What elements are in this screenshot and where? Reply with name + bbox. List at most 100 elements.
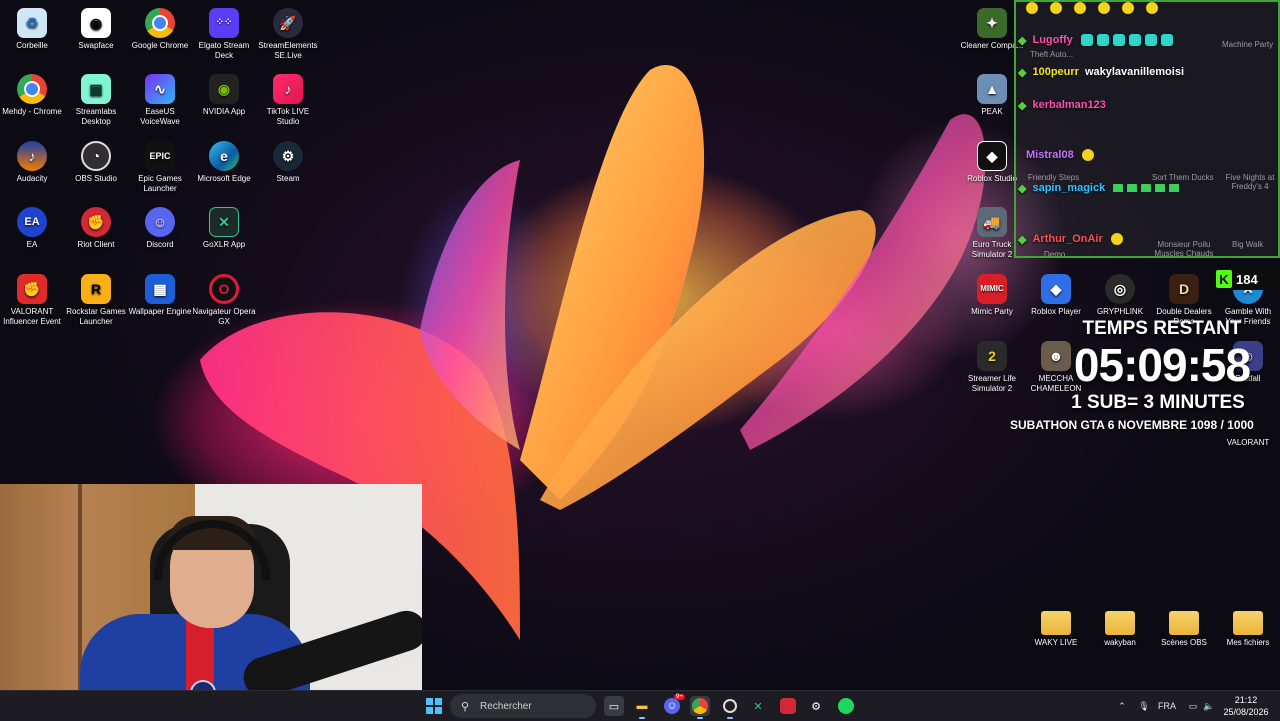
valorant-event-shortcut[interactable]: ✊ VALORANT Influencer Event — [0, 270, 64, 327]
timer-value: 05:09:58 — [1073, 339, 1251, 391]
audacity-shortcut[interactable]: ♪ Audacity — [0, 137, 64, 184]
emote-icon — [1080, 34, 1093, 46]
icon-label: Discord — [146, 240, 174, 249]
obs-icon: ◔ — [81, 141, 111, 171]
icon-label: wakyban — [1104, 638, 1136, 647]
emote-icon — [1146, 2, 1158, 14]
folder-mes-fichiers[interactable]: Mes fichiers — [1216, 604, 1280, 648]
taskbar-clock[interactable]: 21:12 25/08/2026 — [1216, 694, 1276, 718]
discord-icon: ☺ — [664, 698, 680, 714]
ea-shortcut[interactable]: EA EA — [0, 203, 64, 250]
task-view-button[interactable]: ▭ — [604, 696, 624, 716]
riot-icon: ✊ — [17, 274, 47, 304]
chat-username: Lugoffy — [1032, 34, 1073, 46]
folder-wakyban[interactable]: wakyban — [1088, 604, 1152, 648]
mimic-party-shortcut[interactable]: MIMIC Mimic Party — [960, 270, 1024, 317]
wallpaper-engine-shortcut[interactable]: ▦ Wallpaper Engine — [128, 270, 192, 317]
goxlr-shortcut[interactable]: ✕ GoXLR App — [192, 203, 256, 250]
recycle-bin-shortcut[interactable]: ♻ Corbeille — [0, 4, 64, 51]
volume-icon[interactable]: 🔈 — [1202, 701, 1216, 712]
riot-taskbar-button[interactable] — [778, 696, 798, 716]
icon-label: StreamElements SE.Live — [258, 41, 318, 60]
valorant-shortcut[interactable]: VALORANT — [1216, 438, 1280, 448]
start-button[interactable] — [424, 696, 444, 716]
taskbar-search[interactable]: ⚲ Rechercher — [450, 694, 596, 718]
emote-icon — [1112, 34, 1125, 46]
cleaner-game-icon: ✦ — [977, 8, 1007, 38]
riot-icon — [780, 698, 796, 714]
mehdy-chrome-shortcut[interactable]: Mehdy - Chrome — [0, 70, 64, 117]
windows-icon — [426, 698, 442, 714]
microphone-icon[interactable]: 🎙 — [1134, 701, 1154, 712]
rockstar-icon: R — [81, 274, 111, 304]
file-explorer-button[interactable]: ▬ — [632, 696, 652, 719]
gryphlink-shortcut[interactable]: ◎ GRYPHLINK — [1088, 270, 1152, 317]
chevron-up-icon[interactable]: ⌃ — [1114, 701, 1130, 712]
clock-time: 21:12 — [1234, 695, 1258, 705]
opera-gx-shortcut[interactable]: O Navigateur Opera GX — [192, 270, 256, 327]
goxlr-taskbar-button[interactable]: ✕ — [748, 696, 768, 716]
icon-label: Streamlabs Desktop — [75, 107, 117, 126]
riot-client-shortcut[interactable]: ✊ Riot Client — [64, 203, 128, 250]
google-chrome-shortcut[interactable]: Google Chrome — [128, 4, 192, 51]
diamond-icon: ◆ — [1018, 233, 1027, 246]
edge-shortcut[interactable]: e Microsoft Edge — [192, 137, 256, 184]
folder-icon — [1105, 611, 1135, 635]
chat-message: Mistral08 — [1018, 145, 1096, 165]
streamelements-shortcut[interactable]: 🚀 StreamElements SE.Live — [256, 4, 320, 61]
stream-deck-icon: ⁘⁘ — [209, 8, 239, 38]
folder-scenes-obs[interactable]: Scènes OBS — [1152, 604, 1216, 648]
emote-icon — [1160, 34, 1173, 46]
discord-taskbar-button[interactable]: ☺ 9+ — [662, 694, 685, 716]
peak-icon: ▲ — [977, 74, 1007, 104]
steam-taskbar-button[interactable]: ⚙ — [806, 696, 826, 716]
webcam-feed: RODE — [0, 484, 422, 720]
folder-icon — [1233, 611, 1263, 635]
icon-label: EA — [26, 240, 38, 249]
emote-icon — [1141, 184, 1152, 192]
epic-games-icon: EPIC — [145, 141, 175, 171]
spotify-taskbar-button[interactable] — [836, 696, 856, 716]
icon-label: EaseUS VoiceWave — [140, 107, 180, 126]
epic-games-shortcut[interactable]: EPIC Epic Games Launcher — [128, 137, 192, 194]
steam-shortcut[interactable]: ⚙ Steam — [256, 137, 320, 184]
roblox-player-shortcut[interactable]: ◆ Roblox Player — [1024, 270, 1088, 317]
tiktok-shortcut[interactable]: ♪ TikTok LIVE Studio — [256, 70, 320, 127]
icon-label: WAKY LIVE — [1034, 638, 1078, 647]
folder-icon — [1041, 611, 1071, 635]
chrome-taskbar-button[interactable] — [690, 696, 710, 719]
obs-shortcut[interactable]: ◔ OBS Studio — [64, 137, 128, 184]
riot-client-icon: ✊ — [81, 207, 111, 237]
chat-username: 100peurr — [1032, 66, 1079, 78]
emote-icon — [1110, 233, 1123, 245]
discord-shortcut[interactable]: ☺ Discord — [128, 203, 192, 250]
folder-waky-live[interactable]: WAKY LIVE — [1024, 604, 1088, 648]
streamer-life-shortcut[interactable]: 2 Streamer Life Simulator 2 — [960, 337, 1024, 394]
icon-label: Roblox Player — [1031, 307, 1081, 316]
icon-label: Scènes OBS — [1161, 638, 1207, 647]
language-indicator[interactable]: FRA — [1158, 701, 1176, 711]
timer-title: TEMPS RESTANT — [1082, 318, 1242, 339]
nvidia-shortcut[interactable]: ◉ NVIDIA App — [192, 70, 256, 117]
stream-deck-shortcut[interactable]: ⁘⁘ Elgato Stream Deck — [192, 4, 256, 61]
recycle-bin-icon: ♻ — [17, 8, 47, 38]
system-tray: ⌃ 🎙 FRA ▭ 🔈 — [1114, 691, 1216, 721]
network-icon[interactable]: ▭ — [1186, 701, 1200, 712]
obs-taskbar-button[interactable] — [720, 696, 740, 719]
icon-label: GoXLR App — [202, 240, 246, 249]
icon-label: VALORANT Influencer Event — [3, 307, 61, 326]
notification-badge: 9+ — [674, 694, 685, 700]
swapface-shortcut[interactable]: ◉ Swapface — [64, 4, 128, 51]
audacity-icon: ♪ — [17, 141, 47, 171]
emote-icon — [1098, 2, 1110, 14]
streamlabs-shortcut[interactable]: ▣ Streamlabs Desktop — [64, 70, 128, 127]
rockstar-shortcut[interactable]: R Rockstar Games Launcher — [64, 270, 128, 327]
roblox-studio-icon: ◆ — [977, 141, 1007, 171]
timer-rate: 1 SUB= 3 MINUTES — [1071, 392, 1245, 413]
opera-gx-icon: O — [209, 274, 239, 304]
streamlabs-icon: ▣ — [81, 74, 111, 104]
icon-label: Wallpaper Engine — [128, 307, 192, 316]
easeus-shortcut[interactable]: ∿ EaseUS VoiceWave — [128, 70, 192, 127]
chrome-icon — [145, 8, 175, 38]
goxlr-icon: ✕ — [753, 700, 763, 713]
